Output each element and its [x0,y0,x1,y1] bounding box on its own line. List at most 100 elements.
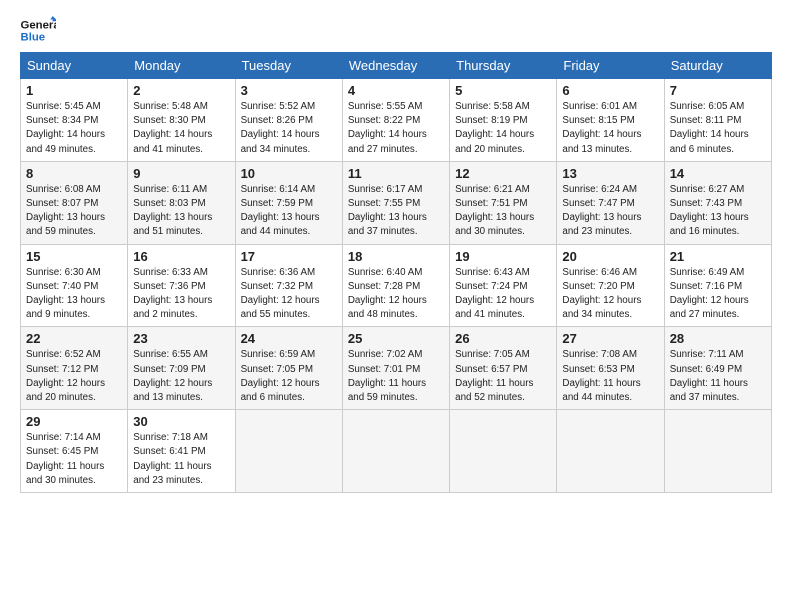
day-number: 16 [133,249,229,264]
day-number: 1 [26,83,122,98]
day-info: Sunrise: 6:55 AM Sunset: 7:09 PM Dayligh… [133,348,229,405]
calendar-cell: 11 Sunrise: 6:17 AM Sunset: 7:55 PM Dayli… [342,161,449,244]
weekday-header-wednesday: Wednesday [342,53,449,79]
calendar-cell [664,410,771,493]
calendar-cell: 14 Sunrise: 6:27 AM Sunset: 7:43 PM Dayli… [664,161,771,244]
calendar-cell: 5 Sunrise: 5:58 AM Sunset: 8:19 PM Daylig… [450,79,557,162]
calendar-cell: 2 Sunrise: 5:48 AM Sunset: 8:30 PM Daylig… [128,79,235,162]
day-info: Sunrise: 7:11 AM Sunset: 6:49 PM Dayligh… [670,348,766,405]
day-number: 15 [26,249,122,264]
day-info: Sunrise: 7:02 AM Sunset: 7:01 PM Dayligh… [348,348,444,405]
calendar-cell: 28Sunrise: 7:11 AM Sunset: 6:49 PM Dayli… [664,327,771,410]
day-number: 30 [133,414,229,429]
calendar-cell: 21Sunrise: 6:49 AM Sunset: 7:16 PM Dayli… [664,244,771,327]
page: General Blue SundayMondayTuesdayWednesda… [0,0,792,503]
day-number: 17 [241,249,337,264]
day-number: 22 [26,331,122,346]
calendar-cell: 25 Sunrise: 7:02 AM Sunset: 7:01 PM Dayli… [342,327,449,410]
day-number: 24 [241,331,337,346]
calendar-cell: 30 Sunrise: 7:18 AM Sunset: 6:41 PM Dayli… [128,410,235,493]
day-number: 4 [348,83,444,98]
weekday-header-saturday: Saturday [664,53,771,79]
calendar-cell [235,410,342,493]
calendar-cell: 24 Sunrise: 6:59 AM Sunset: 7:05 PM Dayli… [235,327,342,410]
calendar-cell [342,410,449,493]
calendar-cell: 9 Sunrise: 6:11 AM Sunset: 8:03 PM Daylig… [128,161,235,244]
day-info: Sunrise: 6:40 AM Sunset: 7:28 PM Dayligh… [348,266,444,323]
calendar-cell [557,410,664,493]
day-number: 26 [455,331,551,346]
calendar-cell: 20Sunrise: 6:46 AM Sunset: 7:20 PM Dayli… [557,244,664,327]
calendar-cell: 23 Sunrise: 6:55 AM Sunset: 7:09 PM Dayli… [128,327,235,410]
calendar-cell: 8Sunrise: 6:08 AM Sunset: 8:07 PM Daylig… [21,161,128,244]
calendar-cell: 1 Sunrise: 5:45 AM Sunset: 8:34 PM Daylig… [21,79,128,162]
calendar-cell: 19 Sunrise: 6:43 AM Sunset: 7:24 PM Dayli… [450,244,557,327]
day-number: 27 [562,331,658,346]
day-info: Sunrise: 5:48 AM Sunset: 8:30 PM Dayligh… [133,100,229,157]
day-info: Sunrise: 5:55 AM Sunset: 8:22 PM Dayligh… [348,100,444,157]
weekday-header-sunday: Sunday [21,53,128,79]
day-number: 7 [670,83,766,98]
day-number: 3 [241,83,337,98]
calendar-cell: 17 Sunrise: 6:36 AM Sunset: 7:32 PM Dayli… [235,244,342,327]
day-number: 11 [348,166,444,181]
calendar-week-5: 29 Sunrise: 7:14 AM Sunset: 6:45 PM Dayli… [21,410,772,493]
day-number: 6 [562,83,658,98]
day-number: 10 [241,166,337,181]
calendar-cell [450,410,557,493]
day-info: Sunrise: 7:14 AM Sunset: 6:45 PM Dayligh… [26,431,122,488]
day-number: 23 [133,331,229,346]
weekday-header-monday: Monday [128,53,235,79]
day-number: 19 [455,249,551,264]
calendar-cell: 26Sunrise: 7:05 AM Sunset: 6:57 PM Dayli… [450,327,557,410]
day-number: 14 [670,166,766,181]
calendar-week-1: 1 Sunrise: 5:45 AM Sunset: 8:34 PM Daylig… [21,79,772,162]
svg-text:General: General [21,19,57,31]
day-info: Sunrise: 7:18 AM Sunset: 6:41 PM Dayligh… [133,431,229,488]
day-number: 8 [26,166,122,181]
calendar-week-4: 22 Sunrise: 6:52 AM Sunset: 7:12 PM Dayli… [21,327,772,410]
day-info: Sunrise: 6:43 AM Sunset: 7:24 PM Dayligh… [455,266,551,323]
calendar-cell: 7Sunrise: 6:05 AM Sunset: 8:11 PM Daylig… [664,79,771,162]
logo: General Blue [20,16,56,44]
day-info: Sunrise: 5:58 AM Sunset: 8:19 PM Dayligh… [455,100,551,157]
day-info: Sunrise: 6:52 AM Sunset: 7:12 PM Dayligh… [26,348,122,405]
weekday-header-row: SundayMondayTuesdayWednesdayThursdayFrid… [21,53,772,79]
calendar-week-3: 15 Sunrise: 6:30 AM Sunset: 7:40 PM Dayli… [21,244,772,327]
day-info: Sunrise: 6:36 AM Sunset: 7:32 PM Dayligh… [241,266,337,323]
day-number: 29 [26,414,122,429]
calendar-cell: 10Sunrise: 6:14 AM Sunset: 7:59 PM Dayli… [235,161,342,244]
day-number: 25 [348,331,444,346]
calendar-cell: 12Sunrise: 6:21 AM Sunset: 7:51 PM Dayli… [450,161,557,244]
day-info: Sunrise: 6:59 AM Sunset: 7:05 PM Dayligh… [241,348,337,405]
calendar-cell: 15 Sunrise: 6:30 AM Sunset: 7:40 PM Dayli… [21,244,128,327]
day-number: 18 [348,249,444,264]
day-info: Sunrise: 7:08 AM Sunset: 6:53 PM Dayligh… [562,348,658,405]
calendar-cell: 16 Sunrise: 6:33 AM Sunset: 7:36 PM Dayli… [128,244,235,327]
weekday-header-tuesday: Tuesday [235,53,342,79]
day-number: 9 [133,166,229,181]
day-info: Sunrise: 6:30 AM Sunset: 7:40 PM Dayligh… [26,266,122,323]
day-info: Sunrise: 5:45 AM Sunset: 8:34 PM Dayligh… [26,100,122,157]
weekday-header-thursday: Thursday [450,53,557,79]
day-info: Sunrise: 6:24 AM Sunset: 7:47 PM Dayligh… [562,183,658,240]
day-info: Sunrise: 6:01 AM Sunset: 8:15 PM Dayligh… [562,100,658,157]
calendar-cell: 6 Sunrise: 6:01 AM Sunset: 8:15 PM Daylig… [557,79,664,162]
day-info: Sunrise: 5:52 AM Sunset: 8:26 PM Dayligh… [241,100,337,157]
calendar-cell: 3 Sunrise: 5:52 AM Sunset: 8:26 PM Daylig… [235,79,342,162]
calendar-cell: 13 Sunrise: 6:24 AM Sunset: 7:47 PM Dayli… [557,161,664,244]
day-number: 5 [455,83,551,98]
day-info: Sunrise: 6:27 AM Sunset: 7:43 PM Dayligh… [670,183,766,240]
day-number: 13 [562,166,658,181]
day-info: Sunrise: 6:17 AM Sunset: 7:55 PM Dayligh… [348,183,444,240]
calendar-cell: 18 Sunrise: 6:40 AM Sunset: 7:28 PM Dayli… [342,244,449,327]
calendar-cell: 4 Sunrise: 5:55 AM Sunset: 8:22 PM Daylig… [342,79,449,162]
day-info: Sunrise: 6:11 AM Sunset: 8:03 PM Dayligh… [133,183,229,240]
day-info: Sunrise: 6:21 AM Sunset: 7:51 PM Dayligh… [455,183,551,240]
header: General Blue [20,16,772,44]
day-number: 20 [562,249,658,264]
day-number: 21 [670,249,766,264]
calendar-table: SundayMondayTuesdayWednesdayThursdayFrid… [20,52,772,493]
day-info: Sunrise: 6:33 AM Sunset: 7:36 PM Dayligh… [133,266,229,323]
day-number: 2 [133,83,229,98]
